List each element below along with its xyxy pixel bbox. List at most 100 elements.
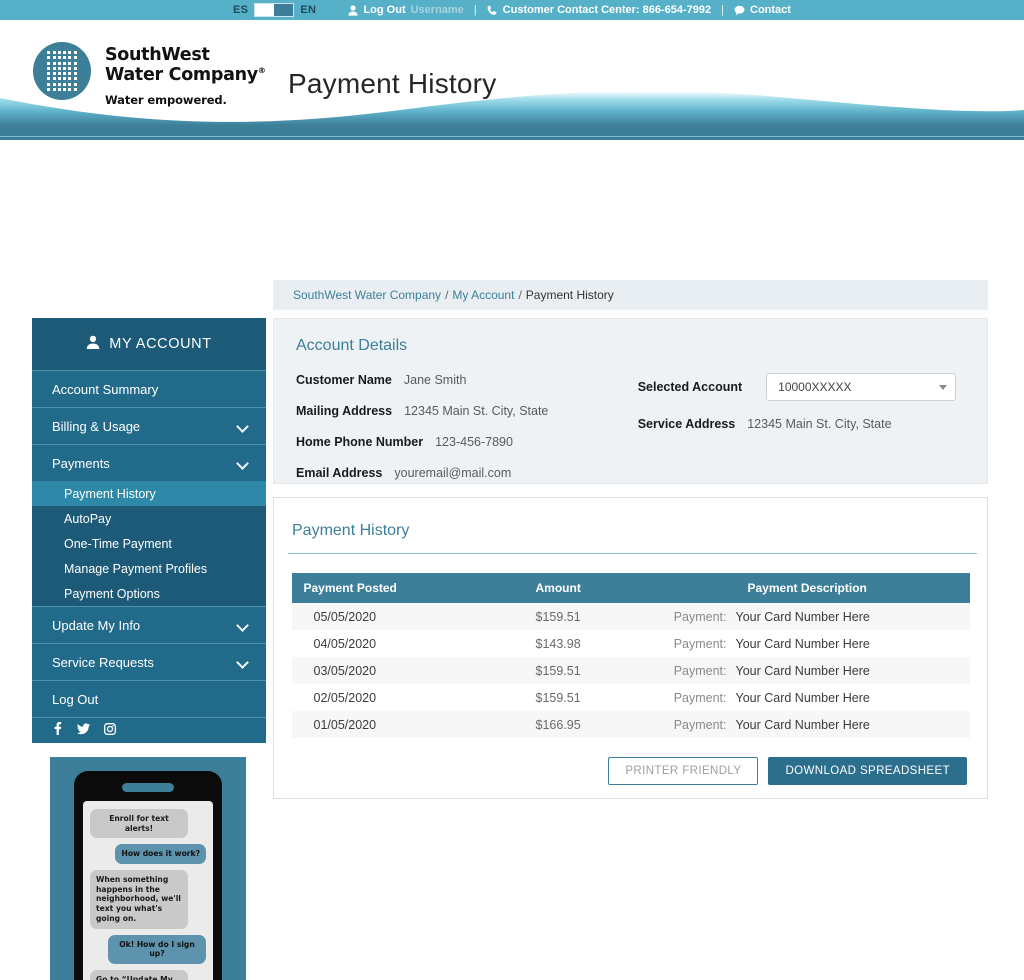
sidebar-item-label: AutoPay	[64, 512, 111, 526]
facebook-icon[interactable]	[52, 722, 63, 740]
download-spreadsheet-button[interactable]: DOWNLOAD SPREADSHEET	[768, 757, 967, 785]
sidebar-item-billing-usage[interactable]: Billing & Usage	[32, 407, 266, 444]
account-field-value: youremail@mail.com	[394, 466, 511, 480]
selected-account-dropdown[interactable]: 10000XXXXX	[766, 373, 956, 401]
breadcrumb-my-account[interactable]: My Account	[452, 288, 514, 302]
header-baseline	[0, 137, 1024, 140]
brand-text: SouthWest Water Company® Water empowered…	[105, 42, 266, 107]
printer-friendly-button[interactable]: PRINTER FRIENDLY	[608, 757, 758, 785]
table-body: 05/05/2020$159.51Payment:Your Card Numbe…	[292, 603, 970, 738]
brand-line-2: Water Company®	[105, 65, 266, 85]
chevron-down-icon[interactable]	[238, 620, 248, 630]
cell-payment-description: Your Card Number Here	[736, 603, 970, 630]
sidebar-item-list: Account Summary Billing & Usage Payments Pa…	[32, 370, 266, 717]
page-title: Payment History	[288, 68, 496, 100]
account-field-value: 12345 Main St. City, State	[404, 404, 548, 418]
sidebar-item-label: One-Time Payment	[64, 537, 172, 551]
sidebar-item-autopay[interactable]: AutoPay	[32, 506, 266, 531]
sidebar-item-label: Manage Payment Profiles	[64, 562, 207, 576]
topbar-spacer-1	[326, 4, 338, 16]
sidebar-social-links	[32, 717, 266, 743]
sidebar-item-label: Payment Options	[64, 587, 160, 601]
account-person-icon	[86, 335, 100, 353]
cell-payment-posted: 01/05/2020	[292, 711, 524, 738]
toggle-en-half	[274, 4, 293, 16]
brand-tagline: Water empowered.	[105, 93, 266, 107]
promo-message-bubble: How does it work?	[115, 844, 206, 864]
contact-label: Contact	[750, 4, 791, 16]
chevron-down-icon[interactable]	[238, 421, 248, 431]
column-header-payment-posted[interactable]: Payment Posted	[292, 573, 524, 603]
breadcrumb-home[interactable]: SouthWest Water Company	[293, 288, 441, 302]
sidebar-item-label: Service Requests	[52, 655, 154, 670]
account-field-label: Email Address	[296, 466, 382, 480]
selected-account-row: Selected Account 10000XXXXX	[638, 373, 965, 401]
sidebar-item-payment-history[interactable]: Payment History	[32, 481, 266, 506]
promo-message-bubble: Go to “Update My Info” then click “Manag…	[90, 970, 188, 980]
account-field-label: Mailing Address	[296, 404, 392, 418]
instagram-icon[interactable]	[104, 722, 116, 740]
breadcrumb: SouthWest Water Company / My Account / P…	[273, 280, 988, 310]
cell-amount: $159.51	[524, 684, 626, 711]
phone-speaker	[122, 783, 174, 792]
sidebar-item-payment-options[interactable]: Payment Options	[32, 581, 266, 606]
cell-payment-description: Your Card Number Here	[736, 630, 970, 657]
contact-link[interactable]: Contact	[734, 4, 791, 16]
cell-payment-posted: 02/05/2020	[292, 684, 524, 711]
cell-payment-posted: 05/05/2020	[292, 603, 524, 630]
logout-label: Log Out	[363, 4, 405, 16]
logout-link[interactable]: Log Out Username	[348, 4, 463, 16]
cell-payment-prefix: Payment:	[625, 711, 735, 738]
sidebar-item-log-out[interactable]: Log Out	[32, 680, 266, 717]
breadcrumb-sep-1: /	[445, 288, 448, 302]
cell-payment-description: Your Card Number Here	[736, 657, 970, 684]
page-body: SouthWest Water Company / My Account / P…	[0, 140, 1024, 980]
sidebar-item-payments[interactable]: Payments	[32, 444, 266, 481]
sidebar-item-service-requests[interactable]: Service Requests	[32, 643, 266, 680]
language-es-label[interactable]: ES	[233, 4, 248, 16]
sidebar-item-update-my-info[interactable]: Update My Info	[32, 606, 266, 643]
company-logo-icon	[33, 42, 91, 100]
account-details-title: Account Details	[296, 337, 965, 355]
toggle-es-half	[255, 4, 274, 16]
chevron-down-icon[interactable]	[238, 657, 248, 667]
cell-payment-prefix: Payment:	[625, 684, 735, 711]
sidebar-item-label: Payments	[52, 456, 110, 471]
language-toggle[interactable]	[254, 3, 294, 17]
language-switcher[interactable]: ES EN	[233, 3, 316, 17]
brand-line-1: SouthWest	[105, 45, 266, 65]
cell-payment-description: Your Card Number Here	[736, 711, 970, 738]
account-details-grid: Customer NameJane SmithMailing Address12…	[296, 373, 965, 497]
account-field-row: Mailing Address 12345 Main St. City, Stat…	[296, 404, 638, 418]
cell-amount: $166.95	[524, 711, 626, 738]
sidebar-heading: MY ACCOUNT	[32, 318, 266, 370]
sidebar-item-manage-payment-profiles[interactable]: Manage Payment Profiles	[32, 556, 266, 581]
account-details-left-column: Customer NameJane SmithMailing Address12…	[296, 373, 638, 497]
brand-lockup[interactable]: SouthWest Water Company® Water empowered…	[0, 20, 1024, 107]
account-field-row: Home Phone Number123-456-7890	[296, 435, 638, 449]
phone-screen: Enroll for text alerts!How does it work?…	[83, 801, 213, 980]
contact-center-link[interactable]: Customer Contact Center: 866-654-7992	[487, 4, 711, 16]
language-en-label[interactable]: EN	[300, 4, 316, 16]
sidebar-item-one-time-payment[interactable]: One-Time Payment	[32, 531, 266, 556]
column-header-payment-description[interactable]: Payment Description	[736, 573, 970, 603]
brand-line-2-text: Water Company	[105, 65, 258, 85]
table-row: 01/05/2020$166.95Payment:Your Card Numbe…	[292, 711, 970, 738]
sidebar: MY ACCOUNT Account Summary Billing & Usag…	[32, 318, 266, 743]
chevron-down-icon[interactable]	[238, 458, 248, 468]
sidebar-item-label: Billing & Usage	[52, 419, 140, 434]
logo-dot-grid	[47, 51, 76, 91]
column-header-amount[interactable]: Amount	[524, 573, 736, 603]
cell-payment-prefix: Payment:	[625, 657, 735, 684]
payment-history-card: Payment History Payment Posted Amount Pa…	[273, 497, 988, 799]
cell-payment-prefix: Payment:	[625, 603, 735, 630]
twitter-icon[interactable]	[77, 722, 90, 740]
chevron-down-icon	[939, 385, 947, 390]
service-address-label: Service Address	[638, 417, 736, 431]
breadcrumb-sep-2: /	[518, 288, 521, 302]
cell-amount: $159.51	[524, 603, 626, 630]
promo-message-bubble: When something happens in the neighborho…	[90, 870, 188, 929]
payment-history-rule	[288, 553, 977, 554]
sidebar-item-account-summary[interactable]: Account Summary	[32, 370, 266, 407]
contact-center-label: Customer Contact Center: 866-654-7992	[503, 4, 711, 16]
